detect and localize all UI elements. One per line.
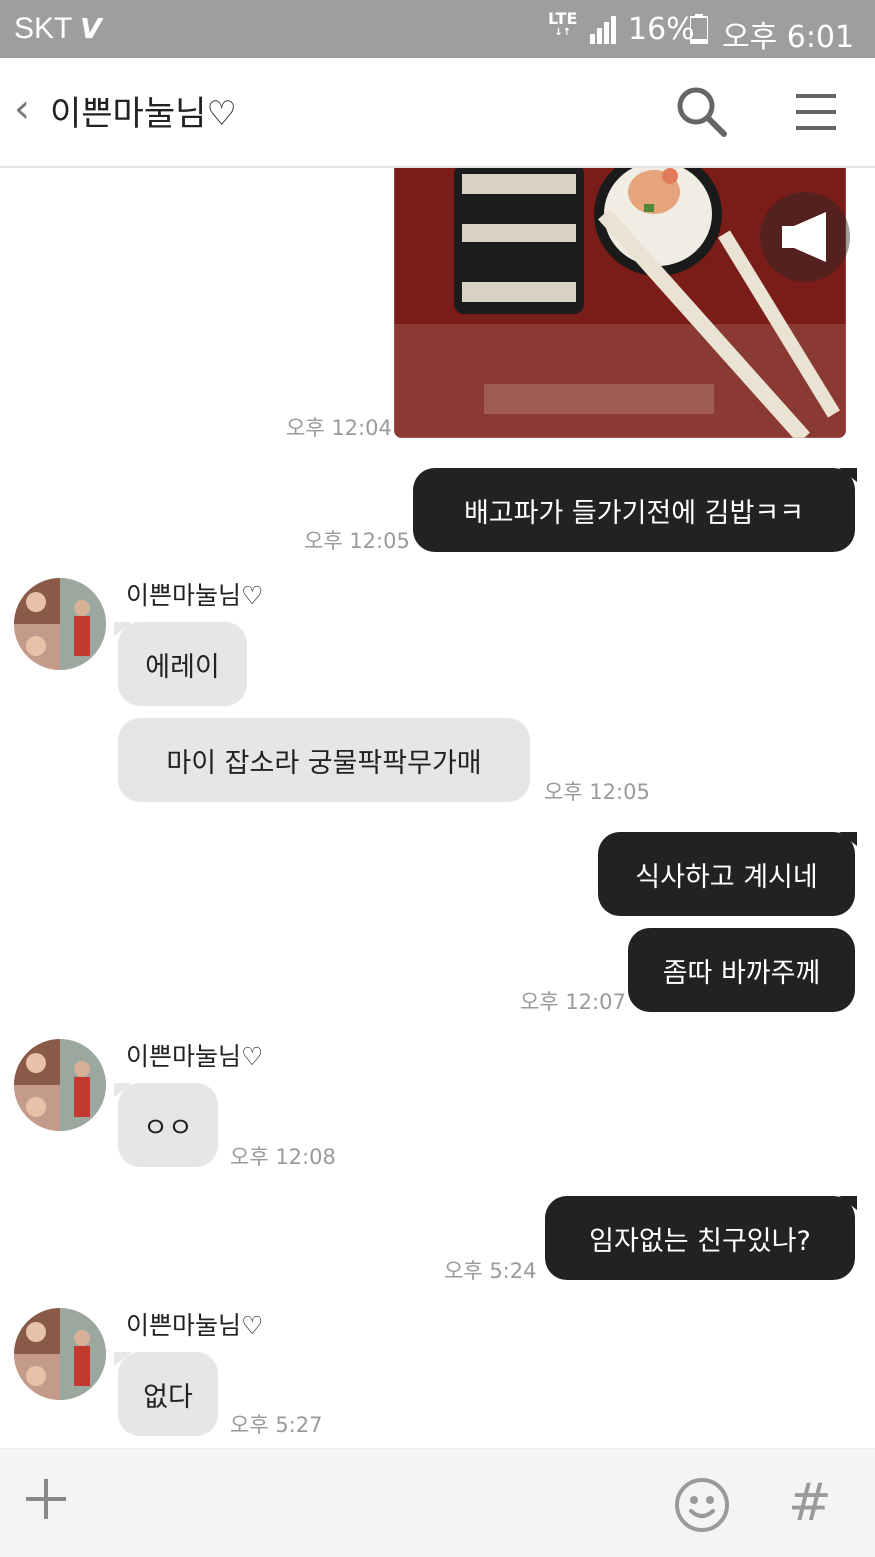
message-text: 에레이 (145, 651, 220, 683)
back-icon[interactable]: ‹ (14, 86, 30, 132)
message-text: ㅇㅇ (143, 1112, 193, 1144)
message-time: 오후 12:05 (304, 529, 410, 553)
sender-name: 이쁜마눌님♡ (126, 1042, 264, 1071)
status-bar: SKT V LTE ↓↑ 16% 오후 6:01 (0, 0, 875, 58)
hash-icon[interactable]: # (788, 1473, 832, 1533)
chat-log[interactable]: 오후 12:04 배고파가 들가기전에 김밥ㅋㅋ 오후 12:05 이쁜마눌님♡… (0, 168, 875, 1448)
message-time: 오후 12:04 (286, 416, 392, 440)
other-message-bubble[interactable]: 없다 (114, 1352, 218, 1436)
search-icon[interactable] (674, 84, 728, 138)
avatar[interactable] (14, 578, 106, 670)
message-text: 식사하고 계시네 (635, 861, 818, 893)
menu-icon[interactable] (794, 92, 838, 132)
carrier-label: SKT (14, 12, 73, 45)
my-message-bubble[interactable]: 좀따 바까주께 (628, 928, 855, 1012)
message-text: 마이 잡소라 궁물팍팍무가매 (166, 747, 482, 779)
message-text: 임자없는 친구있나? (589, 1225, 811, 1257)
battery-percent: 16% (628, 12, 695, 47)
my-message-bubble[interactable]: 식사하고 계시네 (598, 832, 857, 916)
signal-icon (590, 16, 616, 44)
sender-name: 이쁜마눌님♡ (126, 1311, 264, 1340)
chat-header: ‹ 이쁜마눌님♡ (0, 58, 875, 168)
battery-icon (690, 14, 708, 44)
message-text: 없다 (143, 1381, 193, 1413)
plus-icon[interactable] (24, 1477, 68, 1521)
message-time: 오후 12:07 (520, 990, 626, 1014)
message-time: 오후 12:05 (544, 780, 650, 804)
my-message-bubble[interactable]: 배고파가 들가기전에 김밥ㅋㅋ (413, 468, 857, 552)
message-text: 좀따 바까주께 (662, 957, 821, 989)
other-message-bubble[interactable]: 마이 잡소라 궁물팍팍무가매 (118, 718, 530, 802)
message-text: 배고파가 들가기전에 김밥ㅋㅋ (463, 497, 805, 529)
carrier-logo: V (80, 12, 102, 45)
sender-name: 이쁜마눌님♡ (126, 581, 264, 610)
message-input-bar[interactable]: # (0, 1448, 875, 1557)
emoji-icon[interactable] (674, 1477, 730, 1533)
avatar[interactable] (14, 1039, 106, 1131)
announce-icon[interactable] (760, 192, 850, 282)
chat-title: 이쁜마눌님♡ (50, 94, 237, 134)
other-message-bubble[interactable]: ㅇㅇ (114, 1083, 218, 1167)
network-type: LTE ↓↑ (548, 9, 578, 39)
avatar[interactable] (14, 1308, 106, 1400)
message-time: 오후 12:08 (230, 1145, 336, 1169)
other-message-bubble[interactable]: 에레이 (114, 622, 247, 706)
status-clock: 오후 6:01 (722, 20, 855, 55)
message-time: 오후 5:24 (444, 1259, 537, 1283)
message-time: 오후 5:27 (230, 1413, 323, 1437)
my-message-bubble[interactable]: 임자없는 친구있나? (545, 1196, 857, 1280)
